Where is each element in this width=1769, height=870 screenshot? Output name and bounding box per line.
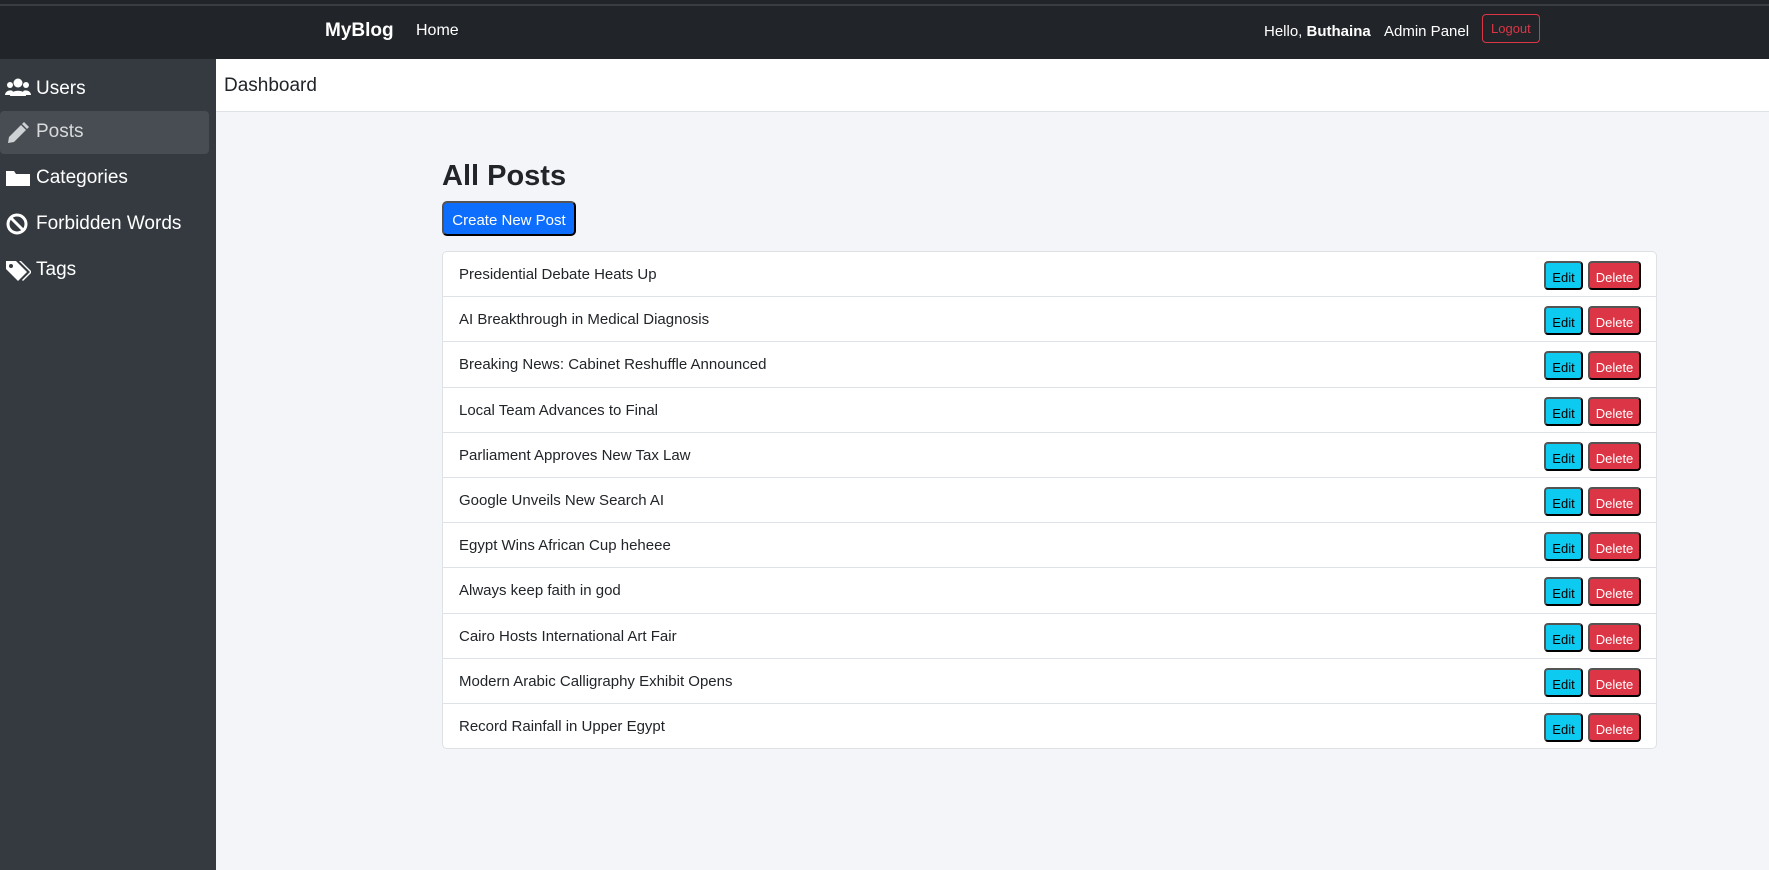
- post-title: Parliament Approves New Tax Law: [459, 446, 691, 464]
- admin-panel-link[interactable]: Admin Panel: [1384, 23, 1469, 40]
- users-icon: [5, 78, 31, 96]
- list-item: Local Team Advances to Final Edit Delete: [443, 388, 1656, 433]
- post-title: Always keep faith in god: [459, 582, 621, 600]
- sidebar-item-label: Users: [36, 78, 86, 99]
- sidebar-item-forbidden-words[interactable]: Forbidden Words: [0, 203, 209, 246]
- sidebar-item-tags[interactable]: Tags: [0, 249, 209, 292]
- list-item: Modern Arabic Calligraphy Exhibit Opens …: [443, 659, 1656, 704]
- post-title: AI Breakthrough in Medical Diagnosis: [459, 311, 710, 329]
- delete-button[interactable]: Delete: [1588, 441, 1641, 471]
- list-item: Parliament Approves New Tax Law Edit Del…: [443, 433, 1656, 478]
- sidebar-item-categories[interactable]: Categories: [0, 157, 209, 200]
- sidebar-item-label: Tags: [36, 259, 77, 280]
- post-title: Modern Arabic Calligraphy Exhibit Opens: [459, 672, 733, 690]
- list-item: AI Breakthrough in Medical Diagnosis Edi…: [443, 297, 1656, 343]
- nav-home-link[interactable]: Home: [416, 22, 459, 40]
- folder-icon: [6, 171, 30, 186]
- sidebar-item-label: Posts: [36, 121, 84, 142]
- sidebar-item-label: Forbidden Words: [36, 213, 182, 234]
- post-title: Local Team Advances to Final: [459, 401, 659, 419]
- content-header: Dashboard: [216, 59, 1769, 112]
- create-new-post-button[interactable]: Create New Post: [442, 201, 576, 236]
- edit-button[interactable]: Edit: [1544, 351, 1583, 381]
- edit-button[interactable]: Edit: [1544, 396, 1583, 426]
- list-item: Cairo Hosts International Art Fair Edit …: [443, 614, 1656, 659]
- greeting: Hello, Buthaina: [1264, 23, 1371, 40]
- post-title: Presidential Debate Heats Up: [459, 266, 657, 283]
- edit-button[interactable]: Edit: [1544, 261, 1583, 290]
- list-item: Always keep faith in god Edit Delete: [443, 568, 1656, 614]
- delete-button[interactable]: Delete: [1588, 712, 1641, 742]
- pencil-icon: [8, 122, 29, 143]
- post-title: Google Unveils New Search AI: [459, 491, 665, 509]
- greeting-username: Buthaina: [1306, 23, 1371, 40]
- sidebar-item-users[interactable]: Users: [0, 68, 209, 111]
- post-title: Cairo Hosts International Art Fair: [459, 627, 677, 645]
- delete-button[interactable]: Delete: [1588, 351, 1641, 381]
- edit-button[interactable]: Edit: [1544, 667, 1583, 697]
- edit-button[interactable]: Edit: [1544, 712, 1583, 742]
- delete-button[interactable]: Delete: [1588, 396, 1641, 426]
- logout-button[interactable]: Logout: [1482, 14, 1540, 43]
- list-item: Egypt Wins African Cup heheee Edit Delet…: [443, 523, 1656, 569]
- edit-button[interactable]: Edit: [1544, 441, 1583, 471]
- sidebar: Users Posts Categories Forbidden Words T…: [0, 59, 216, 870]
- list-item: Record Rainfall in Upper Egypt Edit Dele…: [443, 704, 1656, 748]
- page-title: All Posts: [442, 160, 567, 192]
- post-title: Record Rainfall in Upper Egypt: [459, 717, 665, 735]
- delete-button[interactable]: Delete: [1588, 667, 1641, 697]
- post-title: Egypt Wins African Cup heheee: [459, 537, 671, 555]
- sidebar-item-posts[interactable]: Posts: [0, 111, 209, 154]
- sidebar-item-label: Categories: [36, 167, 128, 188]
- delete-button[interactable]: Delete: [1588, 261, 1641, 290]
- list-item: Google Unveils New Search AI Edit Delete: [443, 478, 1656, 524]
- brand-logo[interactable]: MyBlog: [325, 20, 394, 42]
- edit-button[interactable]: Edit: [1544, 486, 1583, 516]
- edit-button[interactable]: Edit: [1544, 622, 1583, 652]
- list-item: Presidential Debate Heats Up Edit Delete: [443, 252, 1656, 298]
- post-title: Breaking News: Cabinet Reshuffle Announc…: [459, 356, 767, 374]
- delete-button[interactable]: Delete: [1588, 622, 1641, 652]
- delete-button[interactable]: Delete: [1588, 486, 1641, 516]
- edit-button[interactable]: Edit: [1544, 532, 1583, 562]
- top-navbar: MyBlog Home Hello, Buthaina Admin Panel …: [0, 0, 1769, 59]
- tags-icon: [6, 261, 31, 281]
- ban-icon: [6, 213, 28, 235]
- header-title: Dashboard: [224, 75, 317, 96]
- delete-button[interactable]: Delete: [1588, 532, 1641, 562]
- greeting-prefix: Hello,: [1264, 23, 1303, 40]
- edit-button[interactable]: Edit: [1544, 577, 1583, 607]
- edit-button[interactable]: Edit: [1544, 306, 1583, 336]
- delete-button[interactable]: Delete: [1588, 306, 1641, 336]
- navbar-divider: [0, 4, 1769, 6]
- post-list: Presidential Debate Heats Up Edit Delete…: [442, 251, 1657, 749]
- delete-button[interactable]: Delete: [1588, 577, 1641, 607]
- list-item: Breaking News: Cabinet Reshuffle Announc…: [443, 342, 1656, 388]
